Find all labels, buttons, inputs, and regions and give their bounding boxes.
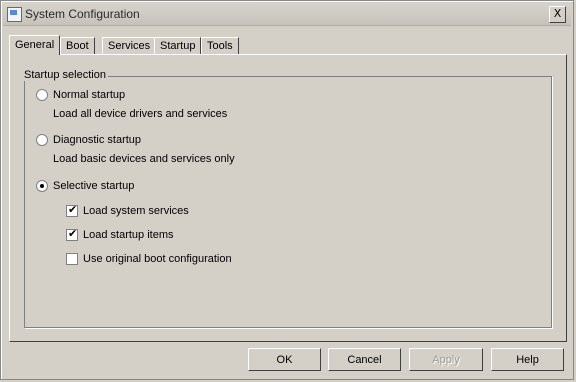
system-configuration-window: System Configuration X General Boot Serv… (0, 0, 574, 380)
load-system-services-checkbox[interactable]: ✔ (66, 203, 78, 217)
tab-boot[interactable]: Boot (60, 37, 95, 54)
help-button[interactable]: Help (491, 348, 564, 371)
title-bar[interactable]: System Configuration X (3, 3, 571, 26)
ok-button[interactable]: OK (248, 348, 321, 371)
diagnostic-startup-radio[interactable] (36, 134, 48, 146)
use-original-boot-configuration-label[interactable]: Use original boot configuration (83, 253, 232, 265)
cancel-button[interactable]: Cancel (328, 348, 401, 371)
check-mark-icon: ✔ (68, 227, 78, 240)
close-button[interactable]: X (549, 6, 566, 23)
check-mark-icon: ✔ (68, 203, 78, 216)
diagnostic-startup-label[interactable]: Diagnostic startup (53, 134, 141, 146)
normal-startup-description: Load all device drivers and services (53, 108, 228, 120)
startup-selection-label: Startup selection (22, 69, 108, 81)
use-original-boot-configuration-checkbox[interactable] (66, 253, 78, 265)
load-startup-items-label[interactable]: Load startup items (83, 229, 174, 241)
load-system-services-label[interactable]: Load system services (83, 205, 189, 217)
tab-services[interactable]: Services (102, 37, 157, 54)
selective-startup-radio[interactable] (36, 180, 48, 192)
normal-startup-radio[interactable] (36, 89, 48, 101)
normal-startup-label[interactable]: Normal startup (53, 89, 125, 101)
apply-button[interactable]: Apply (409, 348, 483, 371)
selective-startup-label[interactable]: Selective startup (53, 180, 134, 192)
diagnostic-startup-description: Load basic devices and services only (53, 153, 235, 165)
tab-tools[interactable]: Tools (201, 37, 239, 54)
tab-general[interactable]: General (9, 35, 61, 55)
tab-startup[interactable]: Startup (154, 37, 202, 54)
load-startup-items-checkbox[interactable]: ✔ (66, 227, 78, 241)
window-title: System Configuration (25, 7, 140, 21)
app-icon (7, 7, 22, 22)
